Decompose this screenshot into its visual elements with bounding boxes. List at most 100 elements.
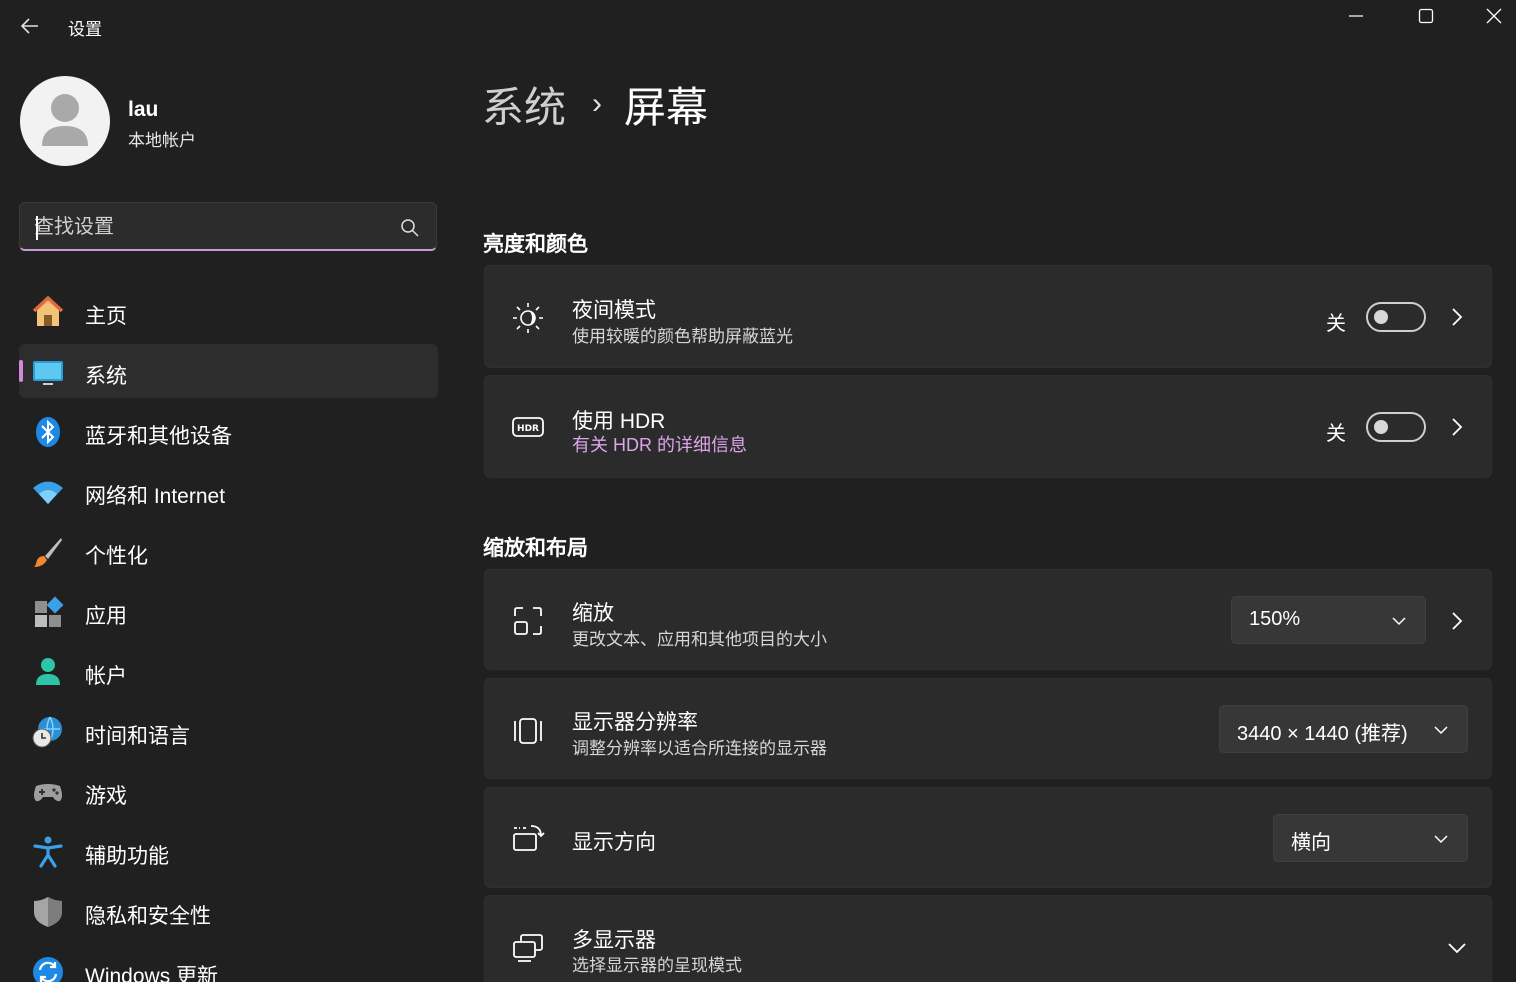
sidebar-item-label: 系统 <box>85 365 127 388</box>
multi-display-card[interactable]: 多显示器 选择显示器的呈现模式 <box>484 895 1492 982</box>
night-light-icon <box>511 301 545 335</box>
sidebar-item-label: Windows 更新 <box>85 965 219 982</box>
sidebar-item-label: 应用 <box>85 605 127 628</box>
hdr-learn-more-link[interactable]: 有关 HDR 的详细信息 <box>572 431 747 457</box>
section-title-brightness: 亮度和颜色 <box>483 233 588 256</box>
resolution-value: 3440 × 1440 (推荐) <box>1237 723 1408 745</box>
sidebar-item-label: 时间和语言 <box>85 725 190 748</box>
sidebar-item-label: 隐私和安全性 <box>85 905 211 928</box>
brush-icon <box>31 535 65 569</box>
chevron-right-icon[interactable] <box>1447 417 1467 437</box>
back-button[interactable] <box>14 10 46 42</box>
orientation-title: 显示方向 <box>572 831 656 854</box>
section-title-scale-layout: 缩放和布局 <box>483 537 588 560</box>
title-bar: 设置 <box>0 0 1516 50</box>
sidebar-item-accessibility[interactable]: 辅助功能 <box>19 824 438 878</box>
sidebar-nav: 主页 系统 蓝牙和其他设备 网络和 Internet 个性化 应用 帐户 时间和… <box>19 284 438 982</box>
app-title: 设置 <box>68 20 102 39</box>
text-caret <box>36 216 38 240</box>
accessibility-icon <box>31 835 65 869</box>
sidebar-item-time-language[interactable]: 时间和语言 <box>19 704 438 758</box>
orientation-card[interactable]: 显示方向 横向 <box>484 787 1492 888</box>
globe-clock-icon <box>31 715 65 749</box>
sidebar-item-system[interactable]: 系统 <box>19 344 438 398</box>
back-arrow-icon <box>20 18 38 34</box>
minimize-icon <box>1349 15 1363 17</box>
sidebar-item-label: 辅助功能 <box>85 845 169 868</box>
scale-title: 缩放 <box>572 602 614 625</box>
search-icon[interactable] <box>400 218 420 238</box>
account-type: 本地帐户 <box>128 131 196 150</box>
home-icon <box>31 295 65 329</box>
minimize-button[interactable] <box>1322 0 1390 32</box>
gamepad-icon <box>31 775 65 809</box>
scale-dropdown[interactable]: 150% <box>1231 596 1426 644</box>
scale-card[interactable]: 缩放 更改文本、应用和其他项目的大小 150% <box>484 569 1492 670</box>
sidebar-item-home[interactable]: 主页 <box>19 284 438 338</box>
orientation-dropdown[interactable]: 横向 <box>1273 814 1468 862</box>
resolution-title: 显示器分辨率 <box>572 711 698 734</box>
close-button[interactable] <box>1460 0 1516 32</box>
scale-description: 更改文本、应用和其他项目的大小 <box>572 630 827 649</box>
chevron-right-icon[interactable] <box>1447 611 1467 631</box>
sidebar-item-personalization[interactable]: 个性化 <box>19 524 438 578</box>
apps-icon <box>31 595 65 629</box>
resolution-icon <box>511 713 545 747</box>
chevron-right-icon[interactable] <box>1447 307 1467 327</box>
night-light-state: 关 <box>1326 313 1346 335</box>
resolution-dropdown[interactable]: 3440 × 1440 (推荐) <box>1219 705 1468 753</box>
svg-text:HDR: HDR <box>517 424 539 434</box>
sidebar-item-accounts[interactable]: 帐户 <box>19 644 438 698</box>
hdr-card[interactable]: HDR 使用 HDR 有关 HDR 的详细信息 关 <box>484 375 1492 478</box>
sidebar-item-privacy[interactable]: 隐私和安全性 <box>19 884 438 938</box>
person-icon <box>31 655 65 689</box>
chevron-down-icon <box>1392 617 1406 626</box>
orientation-value: 横向 <box>1291 832 1331 854</box>
hdr-toggle[interactable] <box>1366 412 1426 442</box>
chevron-down-icon <box>1434 726 1448 735</box>
breadcrumb-parent[interactable]: 系统 <box>482 74 566 135</box>
search-box[interactable] <box>19 202 437 251</box>
user-name: lau <box>128 98 159 121</box>
resolution-card[interactable]: 显示器分辨率 调整分辨率以适合所连接的显示器 3440 × 1440 (推荐) <box>484 678 1492 779</box>
orientation-icon <box>511 822 545 856</box>
sidebar-item-network[interactable]: 网络和 Internet <box>19 464 438 518</box>
scale-icon <box>511 604 545 638</box>
night-light-card[interactable]: 夜间模式 使用较暖的颜色帮助屏蔽蓝光 关 <box>484 265 1492 368</box>
sidebar-item-bluetooth[interactable]: 蓝牙和其他设备 <box>19 404 438 458</box>
multi-display-description: 选择显示器的呈现模式 <box>572 956 742 975</box>
search-input[interactable] <box>34 213 394 241</box>
scale-value: 150% <box>1249 608 1301 630</box>
multi-display-icon <box>511 930 545 964</box>
hdr-icon: HDR <box>511 410 545 444</box>
page-title: 屏幕 <box>624 83 709 131</box>
night-light-toggle[interactable] <box>1366 302 1426 332</box>
breadcrumb-separator: › <box>592 87 603 120</box>
sidebar-item-label: 个性化 <box>85 545 148 568</box>
maximize-icon <box>1418 8 1434 24</box>
avatar <box>20 76 110 166</box>
close-icon <box>1486 8 1502 24</box>
toggle-knob <box>1374 310 1388 324</box>
user-profile[interactable]: lau 本地帐户 <box>20 76 440 168</box>
night-light-description: 使用较暖的颜色帮助屏蔽蓝光 <box>572 327 793 346</box>
hdr-state: 关 <box>1326 423 1346 445</box>
maximize-button[interactable] <box>1392 0 1460 32</box>
update-icon <box>31 955 65 982</box>
user-avatar-icon <box>42 94 88 146</box>
sidebar-item-label: 帐户 <box>85 665 127 688</box>
toggle-knob <box>1374 420 1388 434</box>
resolution-description: 调整分辨率以适合所连接的显示器 <box>572 739 827 758</box>
sidebar-item-gaming[interactable]: 游戏 <box>19 764 438 818</box>
chevron-down-icon <box>1434 835 1448 844</box>
active-indicator <box>19 360 23 382</box>
breadcrumb: 系统 › 屏幕 <box>482 76 708 132</box>
sidebar-item-label: 游戏 <box>85 785 127 808</box>
sidebar-item-apps[interactable]: 应用 <box>19 584 438 638</box>
chevron-down-icon[interactable] <box>1447 938 1467 958</box>
sidebar-item-label: 主页 <box>85 305 127 328</box>
multi-display-title: 多显示器 <box>572 929 656 952</box>
wifi-icon <box>31 475 65 509</box>
sidebar-item-windows-update[interactable]: Windows 更新 <box>19 944 438 982</box>
bluetooth-icon <box>31 415 65 449</box>
